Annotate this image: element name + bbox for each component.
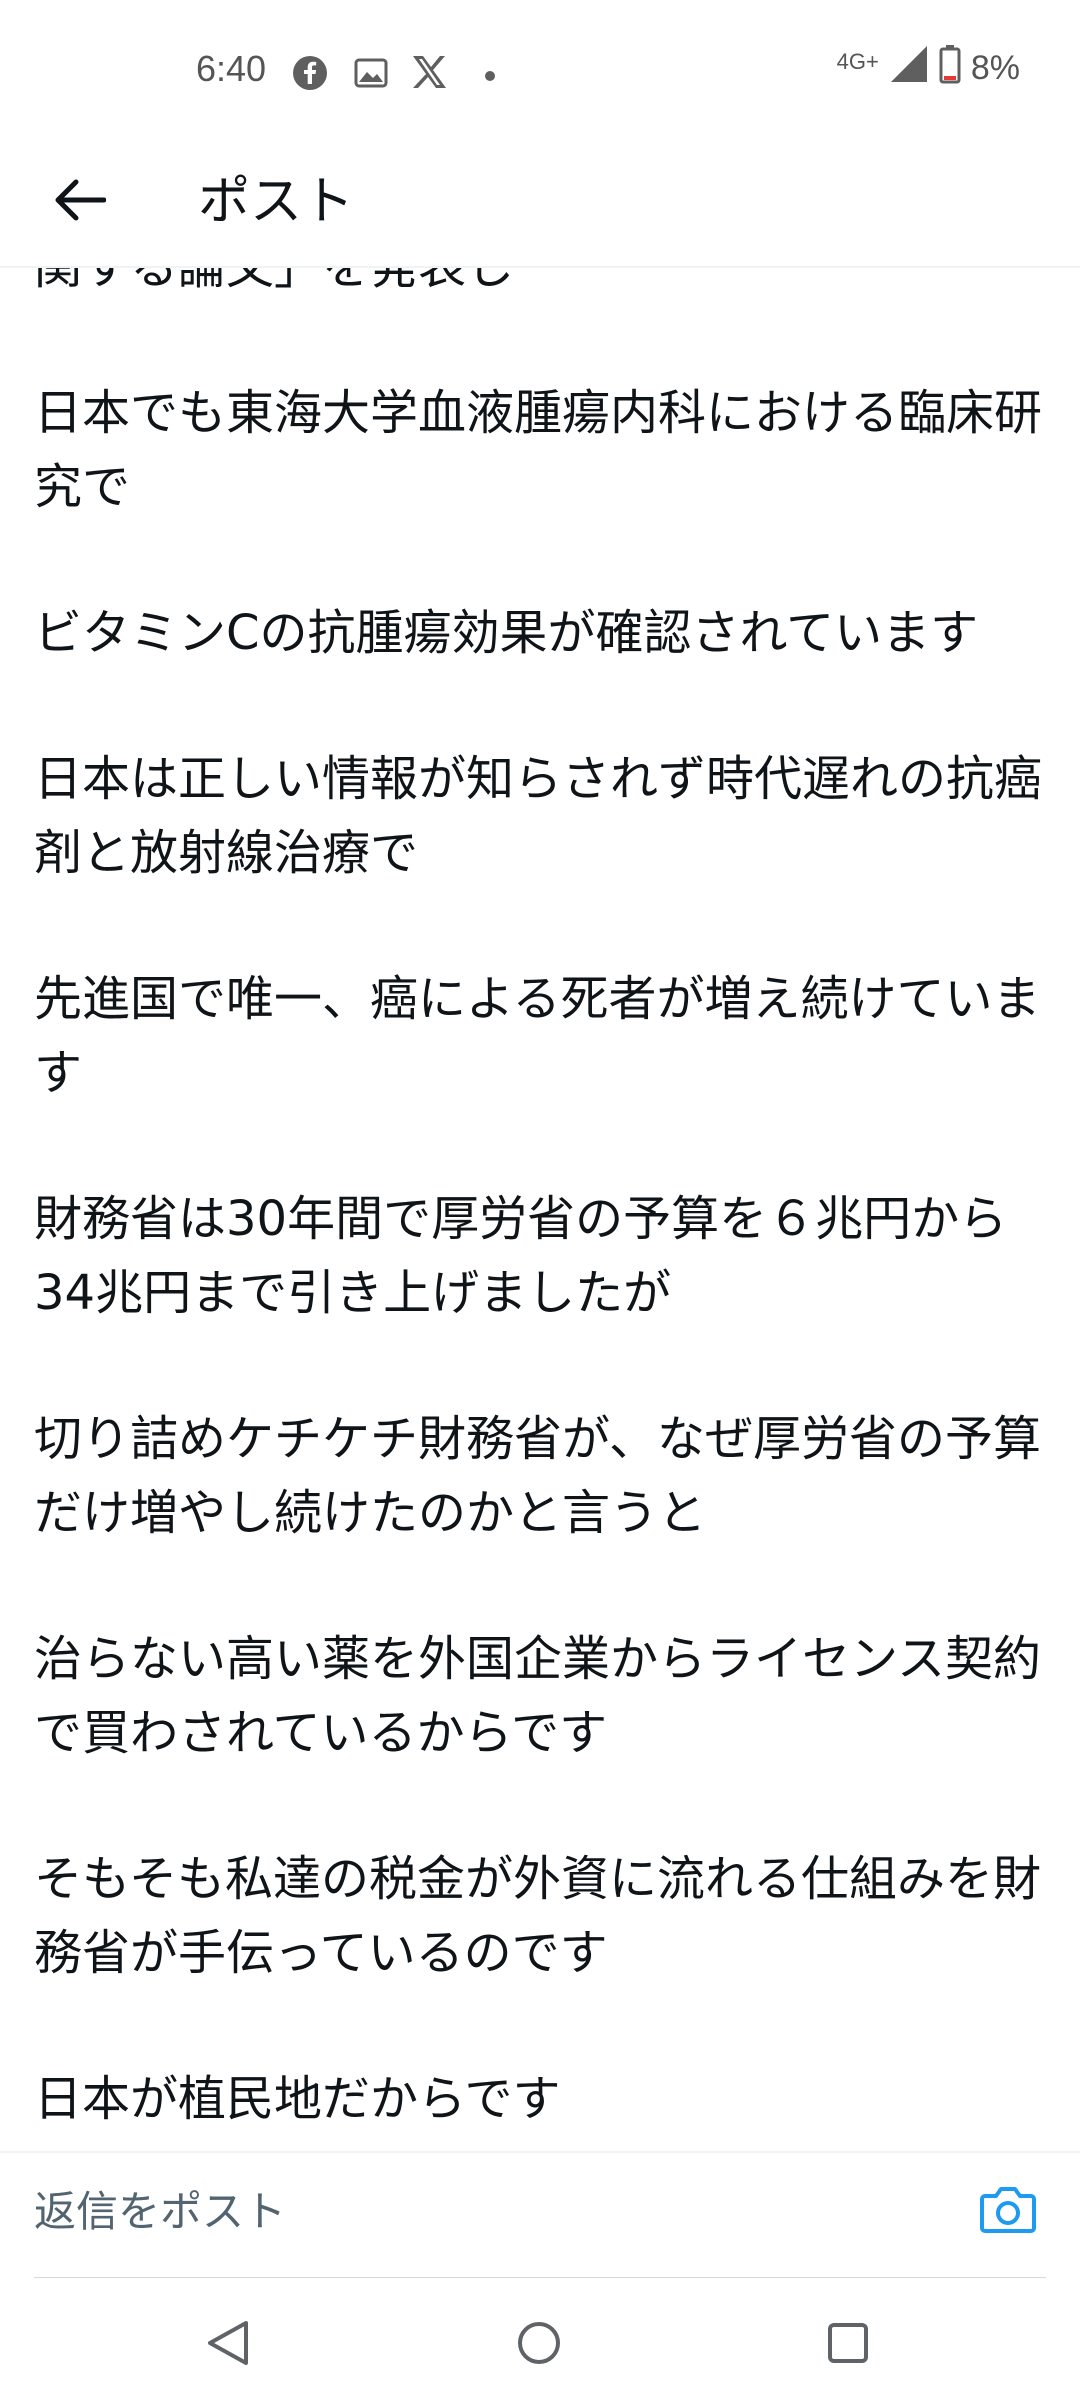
camera-button[interactable] xyxy=(976,2177,1040,2241)
post-paragraph: 切り詰めケチケチ財務省が、なぜ厚労省の予算だけ増やし続けたのかと言うと xyxy=(34,1411,1042,1541)
dot-icon xyxy=(484,67,496,86)
post-body[interactable]: 関する論文」を発表し 日本でも東海大学血液腫瘍内科における臨床研究で ビタミンC… xyxy=(0,268,1080,2151)
back-nav-icon xyxy=(208,2321,248,2365)
post-paragraph: ビタミンCの抗腫瘍効果が確認されています xyxy=(34,605,979,661)
signal-icon xyxy=(889,44,929,93)
status-time: 6:40 xyxy=(196,48,267,89)
page-title: ポスト xyxy=(198,172,355,232)
x-icon xyxy=(411,55,447,93)
home-nav-icon xyxy=(518,2322,560,2364)
back-button[interactable] xyxy=(40,160,120,240)
reply-input[interactable] xyxy=(34,2175,934,2247)
battery-percent: 8% xyxy=(970,48,1020,87)
post-paragraph: 財務省は30年間で厚労省の予算を６兆円から34兆円まで引き上げましたが xyxy=(34,1191,1008,1321)
nav-recents-button[interactable] xyxy=(803,2298,893,2388)
status-bar: 6:40 4G+ 8% xyxy=(0,0,1080,150)
reply-bar xyxy=(0,2151,1080,2279)
recents-nav-icon xyxy=(828,2323,868,2363)
post-paragraph: 先進国で唯一、癌による死者が増え続けています xyxy=(34,971,1041,1101)
arrow-left-icon xyxy=(55,179,106,221)
post-paragraph: 関する論文」を発表し xyxy=(34,268,1050,304)
battery-icon xyxy=(939,44,961,93)
image-icon xyxy=(354,58,388,92)
nav-back-button[interactable] xyxy=(183,2298,273,2388)
post-paragraph: そもそも私達の税金が外資に流れる仕組みを財務省が手伝っているのです xyxy=(34,1851,1042,1981)
app-header: ポスト xyxy=(0,150,1080,268)
post-paragraph: 治らない高い薬を外国企業からライセンス契約で買わされているからです xyxy=(34,1631,1042,1761)
post-paragraph: 日本は正しい情報が知らされず時代遅れの抗癌剤と放射線治療で xyxy=(34,751,1043,881)
post-paragraph: 日本が植民地だからです xyxy=(34,2071,561,2127)
nav-bar xyxy=(0,2278,1080,2400)
post-paragraph: 日本でも東海大学血液腫瘍内科における臨床研究で xyxy=(34,385,1043,515)
network-indicator: 4G+ xyxy=(836,49,879,74)
camera-icon xyxy=(980,2187,1036,2233)
facebook-icon xyxy=(292,55,328,95)
nav-home-button[interactable] xyxy=(494,2298,584,2388)
status-right: 4G+ 8% xyxy=(836,44,1020,88)
post-text: 関する論文」を発表し 日本でも東海大学血液腫瘍内科における臨床研究で ビタミンC… xyxy=(34,268,1050,2151)
